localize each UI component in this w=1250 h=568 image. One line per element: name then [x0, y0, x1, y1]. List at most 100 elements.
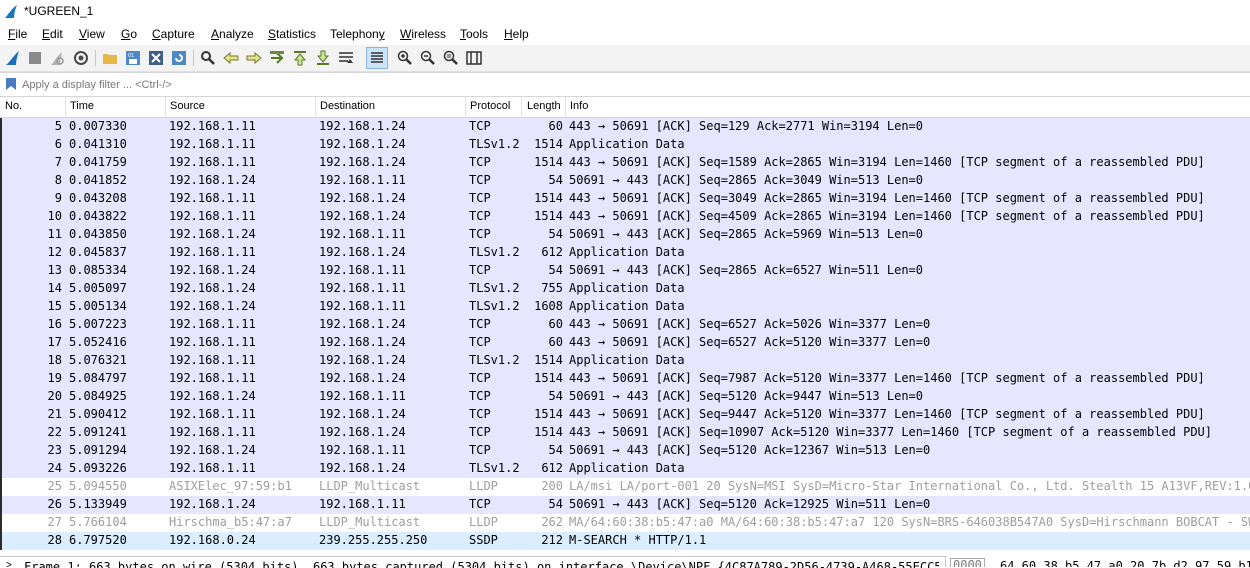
packet-row[interactable]: 7 0.041759 192.168.1.11 192.168.1.24 TCP 1514…	[0, 154, 1250, 172]
column-header-length[interactable]: Length	[527, 100, 561, 112]
packet-destination: LLDP_Multicast	[319, 515, 421, 529]
packet-source: 192.168.1.11	[169, 335, 256, 349]
column-header-no[interactable]: No.	[5, 100, 22, 112]
restart-capture-icon[interactable]	[48, 49, 66, 67]
packet-list[interactable]: 5 0.007330 192.168.1.11 192.168.1.24 TCP 60 44…	[0, 118, 1250, 550]
packet-row[interactable]: 23 5.091294 192.168.1.24 192.168.1.11 TCP 54 5…	[0, 442, 1250, 460]
packet-protocol: TCP	[469, 407, 491, 421]
zoom-in-icon[interactable]	[396, 49, 414, 67]
packet-row[interactable]: 27 5.766104 Hirschma_b5:47:a7 LLDP_Multicas…	[0, 514, 1250, 532]
go-back-icon[interactable]	[222, 49, 240, 67]
menu-view[interactable]: View	[79, 27, 105, 41]
column-header-source[interactable]: Source	[170, 100, 205, 112]
packet-row[interactable]: 21 5.090412 192.168.1.11 192.168.1.24 TCP 151…	[0, 406, 1250, 424]
packet-row[interactable]: 19 5.084797 192.168.1.11 192.168.1.24 TCP 151…	[0, 370, 1250, 388]
find-packet-icon[interactable]	[199, 49, 217, 67]
packet-row[interactable]: 14 5.005097 192.168.1.24 192.168.1.11 TLSv1.…	[0, 280, 1250, 298]
packet-no: 22	[47, 425, 62, 439]
packet-row[interactable]: 16 5.007223 192.168.1.11 192.168.1.24 TCP 60 4…	[0, 316, 1250, 334]
packet-length: 1514	[534, 407, 563, 421]
packet-row[interactable]: 8 0.041852 192.168.1.24 192.168.1.11 TCP 54 50…	[0, 172, 1250, 190]
column-header-info[interactable]: Info	[570, 100, 588, 112]
packet-row[interactable]: 5 0.007330 192.168.1.11 192.168.1.24 TCP 60 44…	[0, 118, 1250, 136]
wireshark-fin-icon	[5, 5, 17, 18]
packet-row[interactable]: 17 5.052416 192.168.1.11 192.168.1.24 TCP 60 4…	[0, 334, 1250, 352]
packet-length: 1514	[534, 155, 563, 169]
packet-row[interactable]: 18 5.076321 192.168.1.11 192.168.1.24 TLSv1.…	[0, 352, 1250, 370]
packet-time: 0.041759	[69, 155, 127, 169]
packet-protocol: TCP	[469, 335, 491, 349]
first-packet-icon[interactable]	[291, 49, 309, 67]
packet-time: 5.084925	[69, 389, 127, 403]
zoom-out-icon[interactable]	[419, 49, 437, 67]
menu-help[interactable]: Help	[504, 27, 529, 41]
packet-time: 5.005134	[69, 299, 127, 313]
packet-row[interactable]: 6 0.041310 192.168.1.11 192.168.1.24 TLSv1.2…	[0, 136, 1250, 154]
start-capture-icon[interactable]	[4, 49, 22, 67]
menu-go[interactable]: Go	[121, 27, 137, 41]
packet-destination: 192.168.1.24	[319, 155, 406, 169]
capture-options-icon[interactable]	[72, 49, 90, 67]
packet-bytes-pane[interactable]: 0000 64 60 38 b5 47 a0 20 7b d2 97 59 b1	[945, 556, 1250, 567]
resize-columns-icon[interactable]	[465, 49, 483, 67]
packet-info: 50691 → 443 [ACK] Seq=5120 Ack=12925 Win…	[569, 497, 931, 511]
packet-row[interactable]: 20 5.084925 192.168.1.24 192.168.1.11 TCP 54 5…	[0, 388, 1250, 406]
stop-capture-icon[interactable]	[26, 49, 44, 67]
menu-file[interactable]: File	[8, 27, 27, 41]
colorize-packet-list-icon[interactable]	[366, 47, 388, 69]
packet-row[interactable]: 12 0.045837 192.168.1.11 192.168.1.24 TLSv1.…	[0, 244, 1250, 262]
packet-no: 5	[54, 119, 62, 133]
column-header-destination[interactable]: Destination	[320, 100, 375, 112]
packet-info: Application Data	[569, 299, 685, 313]
save-file-icon[interactable]: 01	[124, 49, 142, 67]
packet-row[interactable]: 11 0.043850 192.168.1.24 192.168.1.11 TCP 54 5…	[0, 226, 1250, 244]
packet-row[interactable]: 13 0.085334 192.168.1.24 192.168.1.11 TCP 54 5…	[0, 262, 1250, 280]
normal-size-icon[interactable]	[442, 49, 460, 67]
menu-edit[interactable]: Edit	[42, 27, 63, 41]
packet-length: 612	[541, 461, 563, 475]
packet-protocol: TCP	[469, 425, 491, 439]
packet-row[interactable]: 26 5.133949 192.168.1.24 192.168.1.11 TCP 54 5…	[0, 496, 1250, 514]
packet-row[interactable]: 9 0.043208 192.168.1.11 192.168.1.24 TCP 1514…	[0, 190, 1250, 208]
packet-list-header: No. Time Source Destination Protocol Len…	[0, 97, 1250, 118]
menu-telephony[interactable]: Telephony	[330, 27, 385, 41]
go-forward-icon[interactable]	[245, 49, 263, 67]
packet-length: 755	[541, 281, 563, 295]
svg-text:01: 01	[128, 53, 134, 59]
open-file-icon[interactable]	[101, 49, 119, 67]
menu-wireless[interactable]: Wireless	[400, 27, 446, 41]
packet-destination: 192.168.1.24	[319, 425, 406, 439]
packet-time: 5.091294	[69, 443, 127, 457]
packet-protocol: TCP	[469, 155, 491, 169]
go-to-packet-icon[interactable]	[268, 49, 286, 67]
menu-capture[interactable]: Capture	[152, 27, 195, 41]
bytes-hex[interactable]: 64 60 38 b5 47 a0 20 7b d2 97 59 b1	[1000, 559, 1250, 567]
packet-info: 443 → 50691 [ACK] Seq=9447 Ack=5120 Win=…	[569, 407, 1205, 421]
packet-row[interactable]: 24 5.093226 192.168.1.11 192.168.1.24 TLSv1.…	[0, 460, 1250, 478]
menu-tools[interactable]: Tools	[460, 27, 488, 41]
packet-row[interactable]: 10 0.043822 192.168.1.11 192.168.1.24 TCP 151…	[0, 208, 1250, 226]
menu-statistics[interactable]: Statistics	[268, 27, 316, 41]
auto-scroll-icon[interactable]	[337, 49, 355, 67]
column-header-protocol[interactable]: Protocol	[470, 100, 510, 112]
packet-length: 612	[541, 245, 563, 259]
packet-info: Application Data	[569, 137, 685, 151]
packet-time: 6.797520	[69, 533, 127, 547]
packet-row[interactable]: 25 5.094550 ASIXElec_97:59:b1 LLDP_Multicas…	[0, 478, 1250, 496]
packet-source: 192.168.1.11	[169, 461, 256, 475]
last-packet-icon[interactable]	[314, 49, 332, 67]
packet-no: 28	[47, 533, 62, 547]
menu-analyze[interactable]: Analyze	[211, 27, 254, 41]
packet-protocol: TCP	[469, 191, 491, 205]
display-filter-input[interactable]	[20, 75, 1244, 95]
packet-length: 60	[548, 335, 563, 349]
close-file-icon[interactable]	[147, 49, 165, 67]
bookmark-icon[interactable]	[5, 77, 17, 91]
packet-row[interactable]: 22 5.091241 192.168.1.11 192.168.1.24 TCP 151…	[0, 424, 1250, 442]
packet-info: 50691 → 443 [ACK] Seq=2865 Ack=3049 Win=…	[569, 173, 924, 187]
packet-source: 192.168.0.24	[169, 533, 256, 547]
reload-file-icon[interactable]	[170, 49, 188, 67]
column-header-time[interactable]: Time	[70, 100, 94, 112]
packet-row[interactable]: 28 6.797520 192.168.0.24 239.255.255.250 SSD…	[0, 532, 1250, 550]
packet-row[interactable]: 15 5.005134 192.168.1.24 192.168.1.11 TLSv1.…	[0, 298, 1250, 316]
